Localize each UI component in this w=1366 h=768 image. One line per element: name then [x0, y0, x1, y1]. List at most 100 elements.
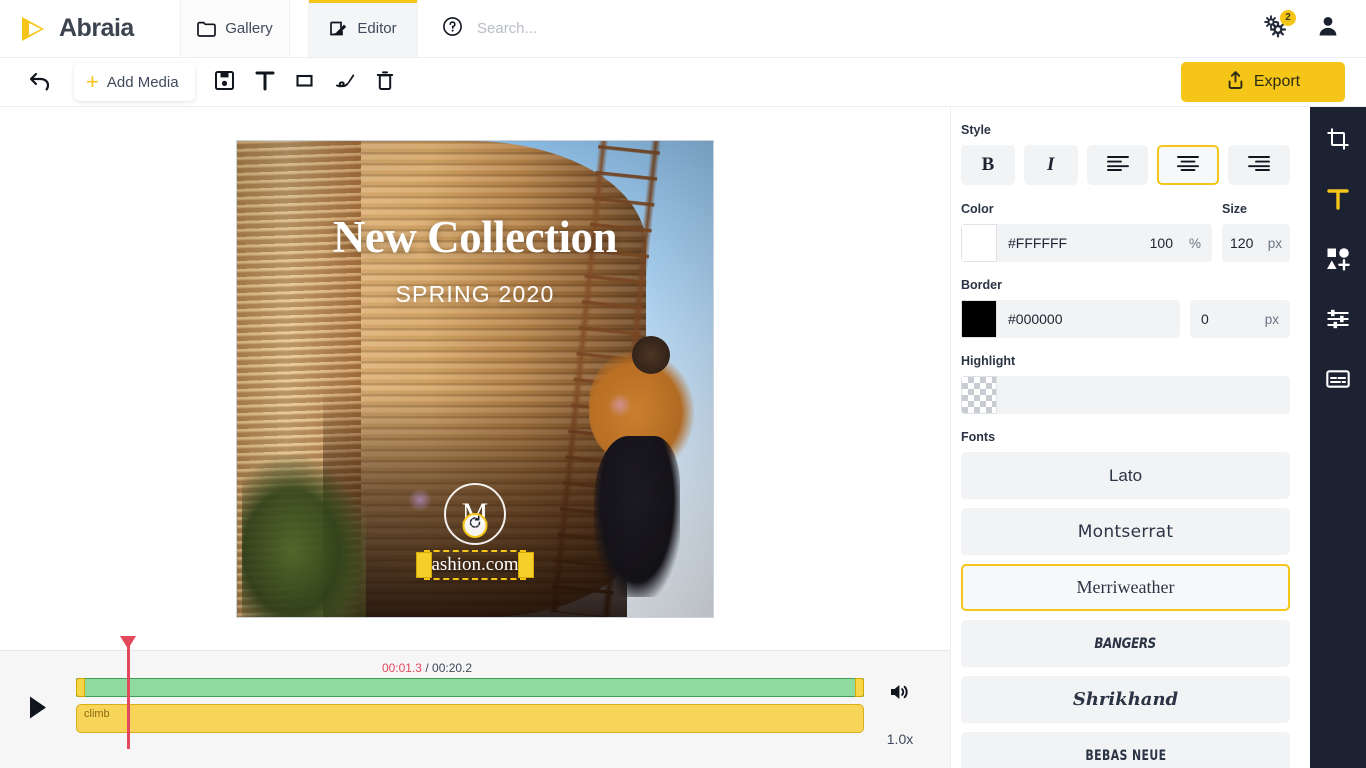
delete-button[interactable] [365, 64, 405, 100]
color-swatch[interactable] [961, 224, 997, 262]
crop-icon [1326, 127, 1350, 156]
play-button[interactable] [0, 651, 76, 768]
header-actions: 2 [1260, 0, 1366, 57]
color-opacity-unit: % [1188, 235, 1201, 251]
upload-icon [1226, 70, 1245, 95]
selected-text-box[interactable]: ashion.com [416, 549, 534, 580]
italic-button[interactable]: I [1023, 145, 1078, 185]
brand[interactable]: Abraia [0, 0, 180, 57]
user-icon [1316, 17, 1340, 42]
fonts-label: Fonts [961, 430, 996, 444]
timeline: 00:01.3 / 00:20.2 climb 1.0x [0, 636, 950, 768]
tab-editor[interactable]: Editor [308, 0, 418, 57]
font-item-shrikhand[interactable]: Shrikhand [961, 676, 1290, 723]
export-button[interactable]: Export [1181, 62, 1345, 102]
border-width-input[interactable]: 0 px [1190, 300, 1290, 338]
export-label: Export [1253, 73, 1301, 90]
shape-button[interactable] [285, 64, 325, 100]
color-opacity-value: 100 [1149, 235, 1173, 251]
selected-text-value: ashion.com [431, 553, 519, 575]
border-hex-input[interactable]: #000000 [997, 300, 1180, 338]
abraia-logo-icon [18, 14, 50, 44]
undo-arrow-icon [28, 70, 52, 95]
plus-icon: + [86, 69, 99, 94]
search-input[interactable] [477, 20, 777, 37]
main-tabs: Gallery Editor [180, 0, 418, 57]
font-item-bangers[interactable]: BANGERS [961, 620, 1290, 667]
tab-editor-label: Editor [357, 20, 397, 37]
draw-button[interactable] [325, 64, 365, 100]
playback-speed[interactable]: 1.0x [864, 731, 936, 747]
rail-stickers-button[interactable] [1321, 245, 1355, 277]
size-input[interactable]: 120 px [1222, 224, 1290, 262]
color-hex-value: #FFFFFF [1008, 235, 1068, 251]
tool-rail [1310, 107, 1366, 768]
color-size-row: Color #FFFFFF 100 % Size 120 px [961, 202, 1290, 262]
current-time: 00:01.3 [381, 661, 422, 675]
resize-handle-right[interactable] [518, 551, 534, 578]
tab-gallery[interactable]: Gallery [180, 0, 290, 57]
text-icon [255, 70, 275, 94]
font-item-merriweather[interactable]: Merriweather [961, 564, 1290, 611]
highlight-field-group: Highlight [961, 354, 1290, 414]
font-item-lato[interactable]: Lato [961, 452, 1290, 499]
total-time: 00:20.2 [432, 661, 473, 675]
overlay-subtitle[interactable]: SPRING 2020 [237, 281, 713, 308]
rotate-handle[interactable] [462, 512, 488, 538]
color-hex-input[interactable]: #FFFFFF 100 % [997, 224, 1212, 262]
overlay-title[interactable]: New Collection [237, 211, 713, 263]
app-root: Abraia Gallery Editor Search... 2 + Add … [0, 0, 1366, 768]
volume-button[interactable] [887, 681, 913, 707]
shape-icon [294, 70, 315, 94]
font-name-shrikhand: Shrikhand [1072, 689, 1179, 710]
align-left-icon [1106, 155, 1129, 176]
size-field-group: Size 120 px [1222, 202, 1290, 262]
audio-track[interactable] [76, 678, 864, 697]
time-separator: / [425, 661, 429, 675]
video-track-clip[interactable]: climb [76, 704, 864, 733]
highlight-swatch[interactable] [961, 376, 997, 414]
rail-crop-button[interactable] [1321, 125, 1355, 157]
style-label: Style [961, 123, 991, 137]
video-canvas[interactable]: New Collection SPRING 2020 M [236, 139, 714, 618]
save-icon [214, 70, 235, 94]
rail-adjust-button[interactable] [1321, 305, 1355, 337]
clip-label: climb [84, 708, 110, 720]
editor-body: New Collection SPRING 2020 M [0, 107, 1366, 768]
font-name-lato: Lato [1108, 465, 1143, 485]
undo-button[interactable] [20, 64, 60, 100]
size-unit: px [1267, 235, 1282, 251]
text-button[interactable] [245, 64, 285, 100]
resize-handle-left[interactable] [416, 551, 432, 578]
bold-button[interactable]: B [961, 145, 1015, 185]
brand-name: Abraia [59, 14, 134, 42]
trim-handle-end[interactable] [855, 678, 864, 697]
account-button[interactable] [1316, 14, 1340, 43]
stickers-icon [1326, 247, 1350, 276]
volume-icon [888, 681, 912, 708]
highlight-field [961, 376, 1290, 414]
rail-subtitles-button[interactable] [1321, 365, 1355, 397]
rotate-ccw-icon [468, 515, 483, 535]
playhead[interactable] [120, 636, 136, 749]
border-width-unit: px [1264, 311, 1279, 327]
border-row: #000000 0 px [961, 300, 1290, 338]
align-left-button[interactable] [1086, 145, 1149, 185]
settings-button[interactable]: 2 [1260, 9, 1296, 44]
align-center-button[interactable] [1157, 145, 1220, 185]
font-item-montserrat[interactable]: Montserrat [961, 508, 1290, 555]
add-media-button[interactable]: + Add Media [74, 63, 195, 101]
trim-handle-start[interactable] [76, 678, 85, 697]
rail-text-button[interactable] [1321, 185, 1355, 217]
highlight-hex-input[interactable] [997, 376, 1290, 414]
canvas-stage: New Collection SPRING 2020 M [0, 107, 950, 650]
font-name-bangers: BANGERS [1094, 635, 1157, 652]
border-color-swatch[interactable] [961, 300, 997, 338]
app-header: Abraia Gallery Editor Search... 2 [0, 0, 1366, 58]
save-button[interactable] [205, 64, 245, 100]
align-right-button[interactable] [1228, 145, 1290, 185]
color-label: Color [961, 202, 994, 216]
highlight-label: Highlight [961, 354, 1016, 368]
font-item-bebas-neue[interactable]: BEBAS NEUE [961, 732, 1290, 768]
help-button[interactable] [418, 0, 477, 57]
